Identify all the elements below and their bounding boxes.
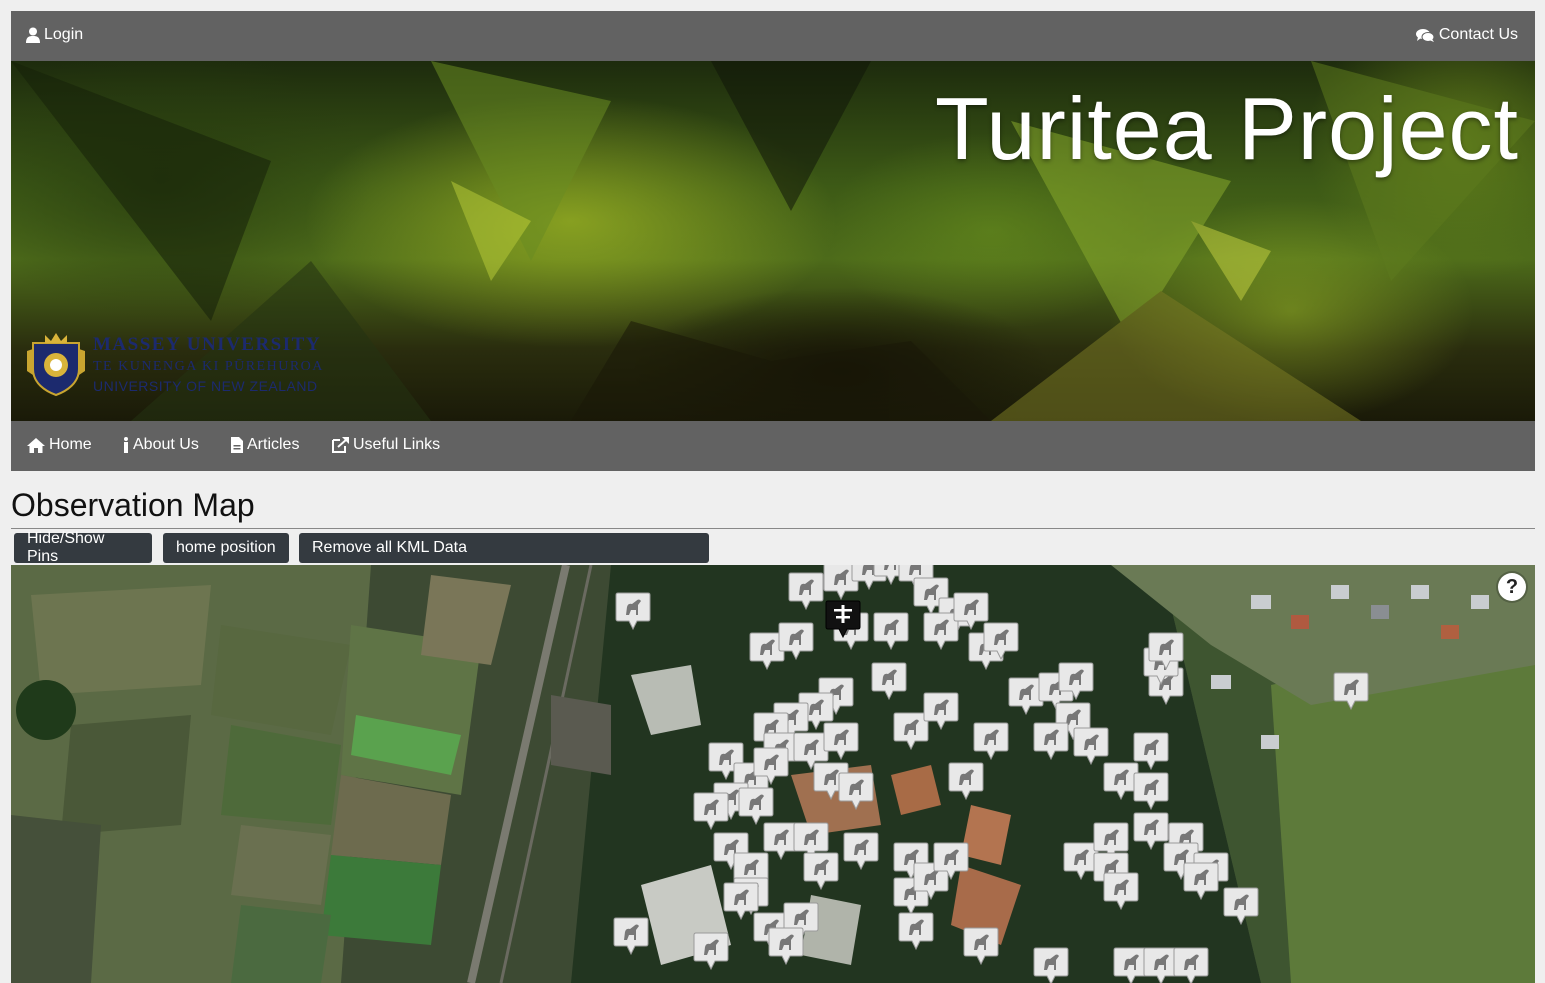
pins-layer	[613, 565, 1369, 983]
dinosaur-pin-icon[interactable]	[873, 612, 909, 650]
dinosaur-pin-icon[interactable]	[1183, 862, 1219, 900]
dinosaur-pin-icon[interactable]	[763, 822, 799, 860]
map-help-button[interactable]: ?	[1498, 573, 1526, 601]
top-bar: Login Contact Us	[11, 11, 1535, 61]
observation-map[interactable]: ?	[11, 565, 1535, 983]
dinosaur-pin-icon[interactable]	[1133, 772, 1169, 810]
contact-us-label: Contact Us	[1438, 26, 1518, 43]
nav-home[interactable]: Home	[27, 436, 92, 454]
remove-kml-button[interactable]: Remove all KML Data	[299, 533, 709, 563]
dinosaur-pin-icon[interactable]	[1173, 947, 1209, 983]
dinosaur-pin-icon[interactable]	[1008, 677, 1044, 715]
page-title: Observation Map	[11, 487, 255, 523]
dinosaur-pin-icon[interactable]	[923, 692, 959, 730]
dinosaur-pin-icon[interactable]	[871, 662, 907, 700]
dinosaur-pin-icon[interactable]	[1033, 947, 1069, 983]
home-icon	[27, 437, 45, 453]
home-position-button[interactable]: home position	[163, 533, 289, 563]
dinosaur-pin-icon[interactable]	[843, 832, 879, 870]
dinosaur-pin-icon[interactable]	[1033, 722, 1069, 760]
dinosaur-pin-icon[interactable]	[723, 882, 759, 920]
dinosaur-pin-icon[interactable]	[838, 772, 874, 810]
nav-articles-label: Articles	[247, 436, 300, 453]
dinosaur-pin-icon[interactable]	[1223, 887, 1259, 925]
dinosaur-pin-icon[interactable]	[893, 712, 929, 750]
dinosaur-pin-icon[interactable]	[1113, 947, 1149, 983]
login-link[interactable]: Login	[26, 26, 83, 44]
nav-about-us[interactable]: About Us	[123, 436, 199, 454]
dinosaur-pin-icon[interactable]	[1133, 812, 1169, 850]
main-nav: Home About Us Articles Useful Links	[11, 421, 1535, 471]
nav-home-label: Home	[49, 436, 92, 453]
dinosaur-pin-icon[interactable]	[803, 852, 839, 890]
heading-divider	[11, 528, 1535, 529]
dinosaur-pin-icon[interactable]	[823, 722, 859, 760]
header-banner: Turitea Project MASSEY UNIVERSITY TE KUN…	[11, 61, 1535, 421]
dinosaur-pin-icon[interactable]	[1103, 762, 1139, 800]
dinosaur-pin-icon[interactable]	[973, 722, 1009, 760]
contact-us-link[interactable]: Contact Us	[1415, 26, 1518, 44]
site-title: Turitea Project	[935, 79, 1519, 178]
nav-useful-links-label: Useful Links	[353, 436, 441, 453]
dinosaur-pin-icon[interactable]	[1103, 872, 1139, 910]
crest-icon	[27, 333, 85, 397]
massey-logo[interactable]: MASSEY UNIVERSITY TE KUNENGA KI PŪREHURO…	[27, 331, 324, 397]
hide-show-pins-button[interactable]: Hide/Show Pins	[14, 530, 152, 565]
dinosaur-pin-icon[interactable]	[1073, 727, 1109, 765]
logo-line-3: UNIVERSITY OF NEW ZEALAND	[93, 378, 318, 394]
dinosaur-pin-icon[interactable]	[693, 932, 729, 970]
comments-icon	[1415, 28, 1435, 42]
logo-line-1: MASSEY UNIVERSITY	[93, 334, 322, 355]
external-link-icon	[332, 437, 349, 453]
dinosaur-pin-icon[interactable]	[963, 927, 999, 965]
nav-about-us-label: About Us	[133, 436, 199, 453]
dinosaur-pin-icon[interactable]	[615, 592, 651, 630]
dinosaur-pin-icon[interactable]	[738, 787, 774, 825]
dinosaur-pin-icon[interactable]	[693, 792, 729, 830]
dinosaur-pin-icon[interactable]	[613, 917, 649, 955]
nav-useful-links[interactable]: Useful Links	[332, 436, 440, 454]
dinosaur-pin-icon[interactable]	[1063, 842, 1099, 880]
logo-line-2: TE KUNENGA KI PŪREHUROA	[93, 359, 324, 374]
dinosaur-pin-icon[interactable]	[768, 927, 804, 965]
user-icon	[26, 27, 40, 43]
dinosaur-pin-icon[interactable]	[788, 572, 824, 610]
dinosaur-pin-icon[interactable]	[898, 912, 934, 950]
dinosaur-pin-icon[interactable]	[923, 612, 959, 650]
dinosaur-pin-icon[interactable]	[1133, 732, 1169, 770]
login-label: Login	[44, 26, 84, 43]
dinosaur-pin-icon[interactable]	[1333, 672, 1369, 710]
dinosaur-pin-icon[interactable]	[1143, 947, 1179, 983]
dinosaur-pin-icon[interactable]	[948, 762, 984, 800]
info-icon	[124, 437, 128, 453]
nav-articles[interactable]: Articles	[231, 436, 299, 454]
file-icon	[231, 437, 243, 453]
